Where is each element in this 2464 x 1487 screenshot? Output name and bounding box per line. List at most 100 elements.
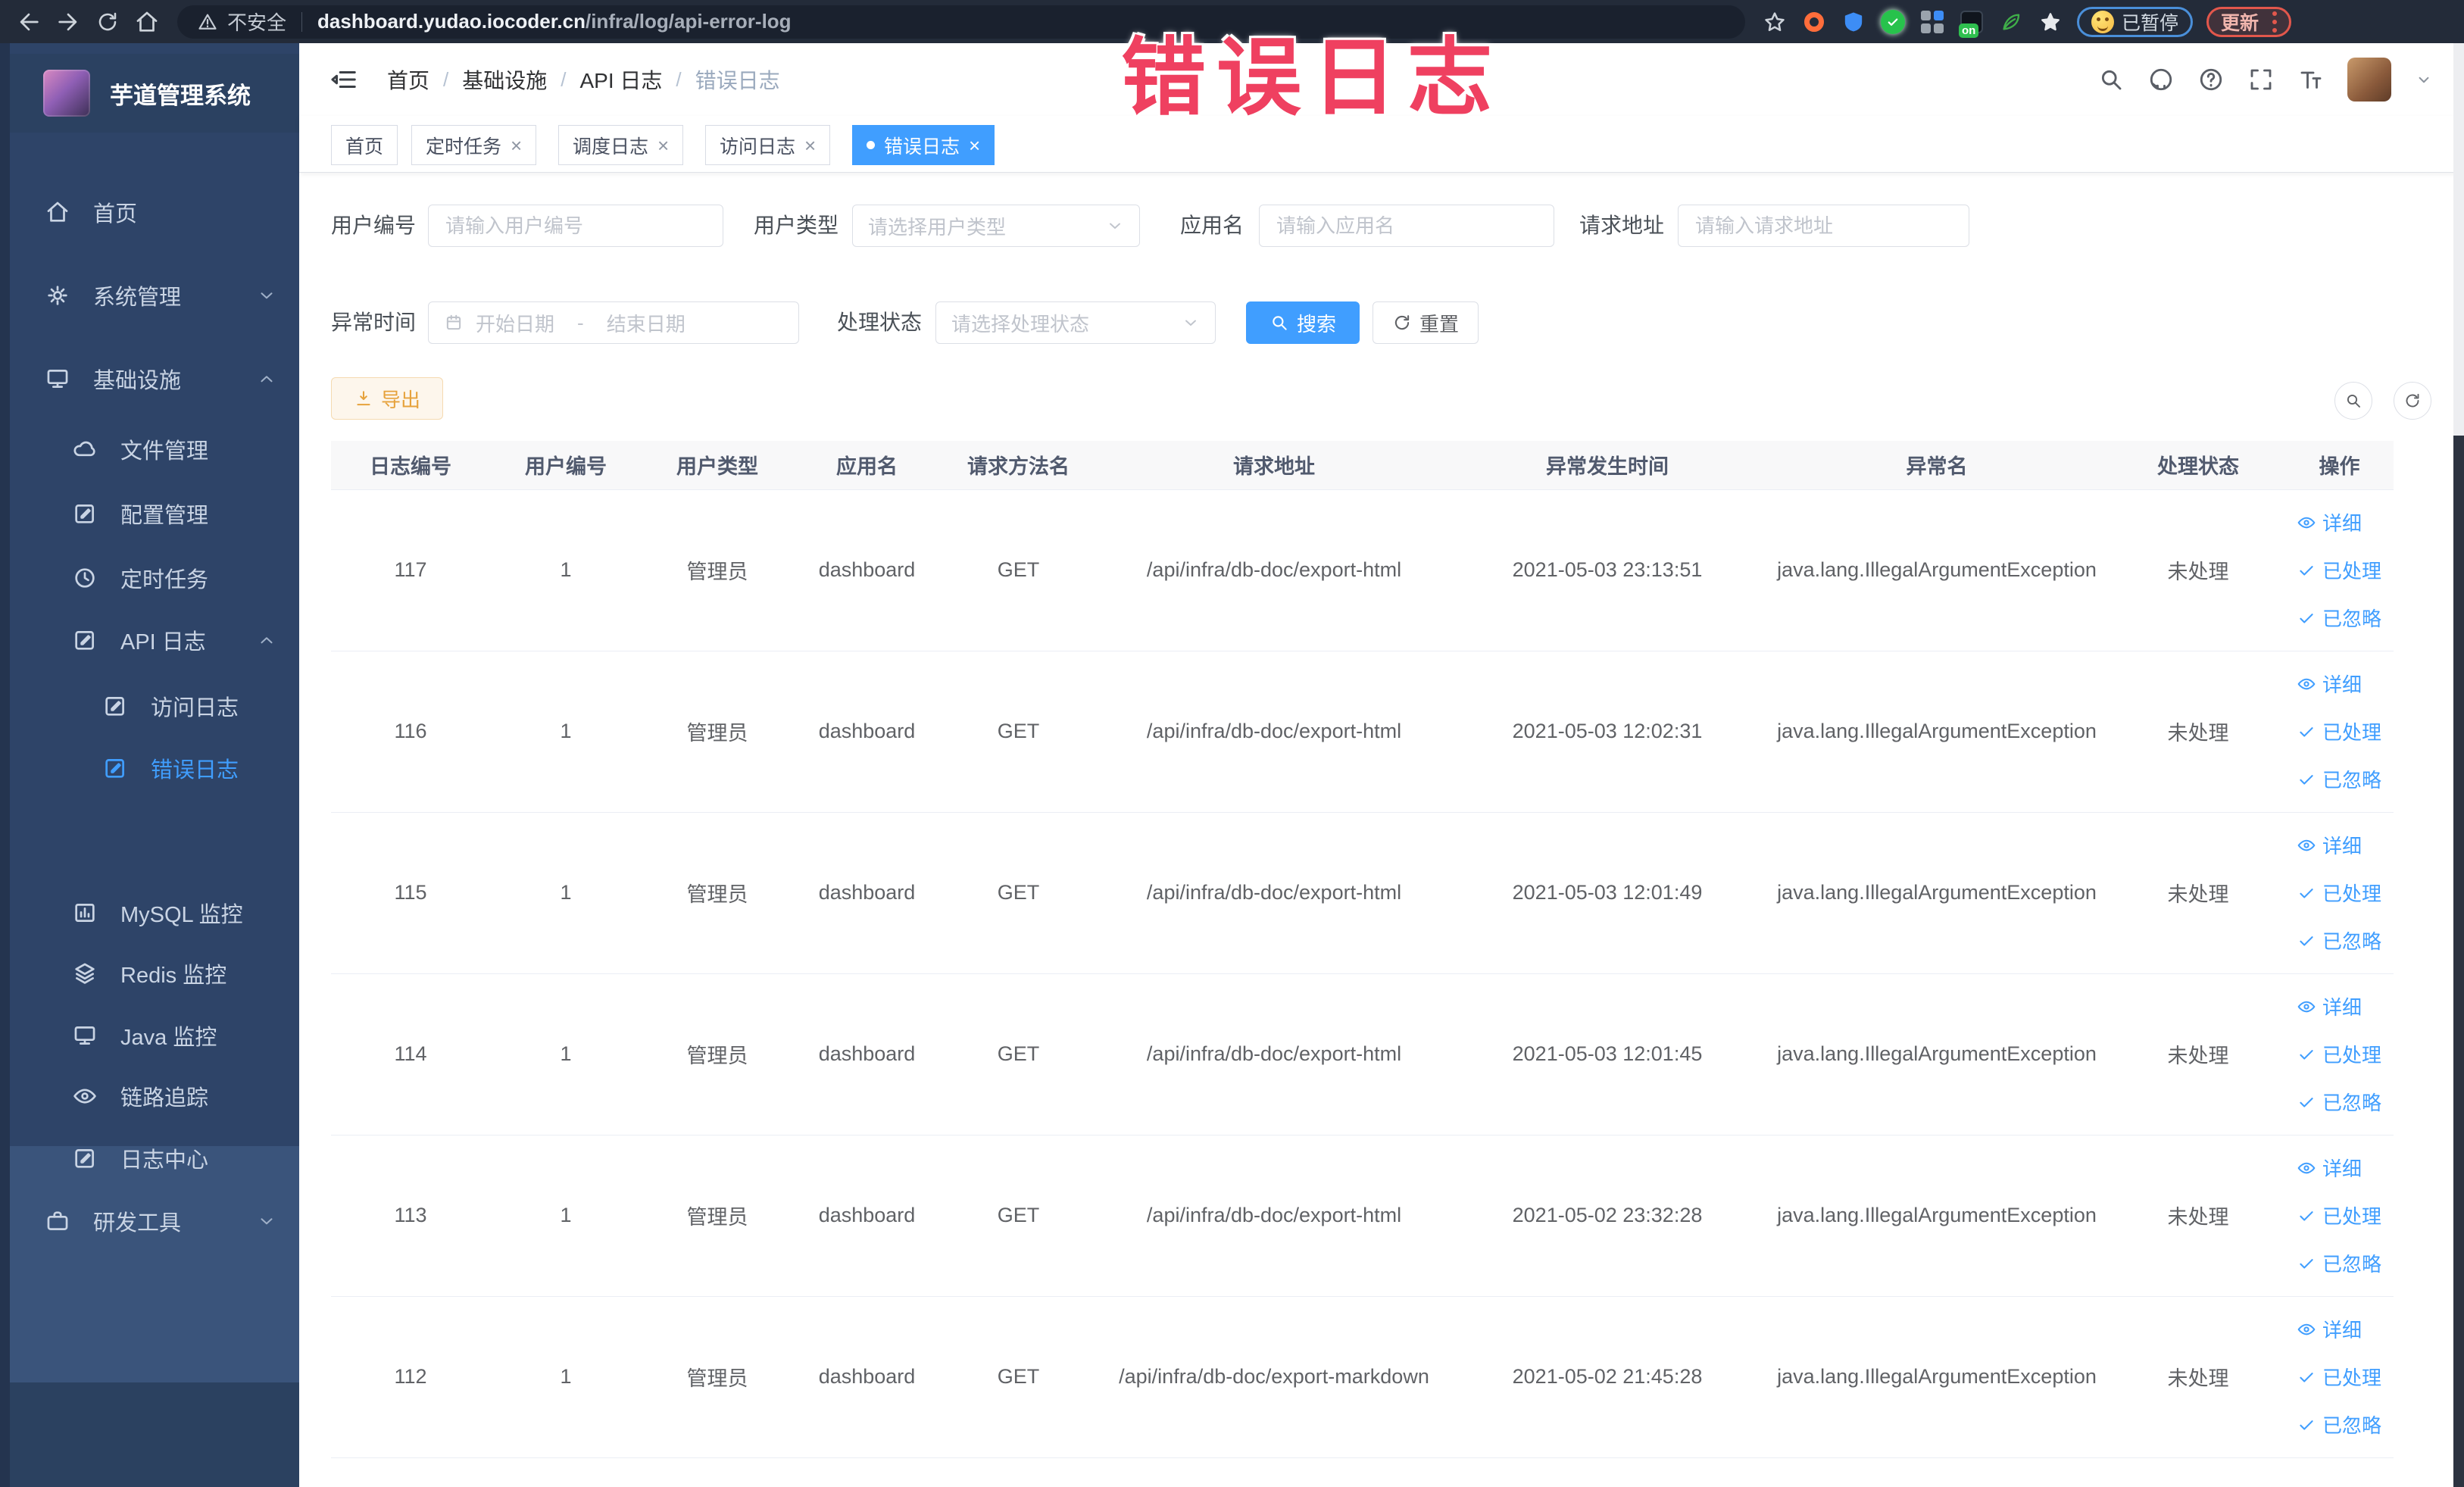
mark-processed-link[interactable]: 已处理	[2297, 1040, 2381, 1068]
browser-back-button[interactable]	[9, 5, 48, 39]
tab-schedule-log[interactable]: 调度日志 ×	[558, 125, 684, 165]
detail-link[interactable]: 详细	[2297, 508, 2362, 536]
extension-on-badge-icon[interactable]: on	[1959, 9, 1985, 38]
tab-home[interactable]: 首页	[331, 125, 398, 165]
history-icon	[72, 565, 98, 591]
sidebar-item-file-manage[interactable]: 文件管理	[10, 415, 299, 483]
col-actions: 操作	[2285, 441, 2394, 490]
table-row: 117 1 管理员 dashboard GET /api/infra/db-do…	[331, 489, 2394, 651]
extension-leaf-icon[interactable]	[1998, 9, 2024, 35]
github-icon[interactable]	[2147, 66, 2175, 93]
extension-shield-icon[interactable]	[1841, 9, 1866, 35]
extension-grid-icon[interactable]	[1919, 9, 1945, 35]
bookmark-star-icon[interactable]	[1762, 9, 1788, 35]
breadcrumb-home[interactable]: 首页	[387, 64, 429, 95]
sidebar-item-error-log[interactable]: 错误日志	[10, 734, 299, 802]
sidebar-item-infra[interactable]: 基础设施	[10, 345, 299, 413]
refresh-table-button[interactable]	[2394, 382, 2431, 420]
breadcrumb-api-log[interactable]: API 日志	[547, 64, 663, 95]
user-id-input[interactable]	[444, 213, 707, 239]
sidebar-item-system[interactable]: 系统管理	[10, 261, 299, 330]
check-icon	[2297, 770, 2316, 789]
font-size-icon[interactable]	[2297, 66, 2325, 93]
browser-menu-icon[interactable]	[2272, 11, 2278, 33]
mark-ignored-link[interactable]: 已忽略	[2297, 926, 2381, 954]
breadcrumb-infra[interactable]: 基础设施	[429, 64, 547, 95]
mark-processed-link[interactable]: 已处理	[2297, 1201, 2381, 1229]
browser-update-button[interactable]: 更新	[2206, 6, 2292, 37]
sidebar-item-mysql-monitor[interactable]: MySQL 监控	[10, 879, 299, 947]
user-id-field[interactable]	[428, 205, 723, 247]
request-url-input[interactable]	[1694, 213, 1953, 239]
sidebar-item-home[interactable]: 首页	[10, 178, 299, 246]
mark-processed-link[interactable]: 已处理	[2297, 1363, 2381, 1391]
close-icon[interactable]: ×	[804, 136, 816, 155]
app-name-field[interactable]	[1259, 205, 1554, 247]
detail-link[interactable]: 详细	[2297, 1315, 2362, 1343]
sidebar-item-redis-monitor[interactable]: Redis 监控	[10, 939, 299, 1007]
tab-access-log[interactable]: 访问日志 ×	[705, 125, 831, 165]
mark-ignored-link[interactable]: 已忽略	[2297, 1249, 2381, 1277]
page-scrollbar-thumb[interactable]	[2453, 436, 2464, 1487]
detail-link[interactable]: 详细	[2297, 992, 2362, 1020]
search-icon[interactable]	[2097, 66, 2125, 93]
user-type-select[interactable]: 请选择用户类型	[852, 205, 1140, 247]
mark-processed-link[interactable]: 已处理	[2297, 556, 2381, 584]
mark-processed-link[interactable]: 已处理	[2297, 879, 2381, 907]
cell-user-type: 管理员	[642, 1135, 793, 1297]
tab-scheduled-task[interactable]: 定时任务 ×	[411, 125, 537, 165]
avatar[interactable]	[2347, 58, 2391, 102]
detail-link[interactable]: 详细	[2297, 670, 2362, 698]
url-path: /infra/log/api-error-log	[585, 10, 792, 33]
close-icon[interactable]: ×	[969, 136, 980, 155]
help-icon[interactable]	[2197, 66, 2225, 93]
app-name-input[interactable]	[1275, 213, 1538, 239]
detail-link[interactable]: 详细	[2297, 1154, 2362, 1182]
mark-ignored-link[interactable]: 已忽略	[2297, 604, 2381, 632]
sidebar-item-access-log[interactable]: 访问日志	[10, 672, 299, 740]
close-icon[interactable]: ×	[657, 136, 669, 155]
request-url-field[interactable]	[1678, 205, 1969, 247]
mark-ignored-link[interactable]: 已忽略	[2297, 1088, 2381, 1116]
hamburger-icon[interactable]	[329, 65, 358, 94]
search-button[interactable]: 搜索	[1246, 301, 1360, 344]
extension-puzzle-icon[interactable]	[2038, 9, 2063, 35]
date-range-picker[interactable]: 开始日期 - 结束日期	[428, 301, 799, 344]
export-button[interactable]: 导出	[331, 377, 443, 420]
cell-user-id: 1	[490, 1135, 642, 1297]
sidebar-item-api-log[interactable]: API 日志	[10, 606, 299, 674]
mark-processed-link[interactable]: 已处理	[2297, 717, 2381, 745]
tab-error-log[interactable]: 错误日志 ×	[852, 125, 995, 165]
cell-status: 未处理	[2111, 651, 2285, 813]
extension-orange-ring-icon[interactable]	[1801, 9, 1827, 35]
detail-link[interactable]: 详细	[2297, 831, 2362, 859]
check-icon	[2297, 883, 2316, 903]
sidebar-item-dev-tools[interactable]: 研发工具	[10, 1187, 299, 1255]
process-status-select[interactable]: 请选择处理状态	[935, 301, 1216, 344]
fullscreen-icon[interactable]	[2247, 66, 2275, 93]
mark-ignored-link[interactable]: 已忽略	[2297, 765, 2381, 793]
cell-method: GET	[941, 1135, 1096, 1297]
browser-reload-button[interactable]	[88, 5, 127, 39]
sidebar-item-log-center[interactable]: 日志中心	[10, 1124, 299, 1192]
edit-icon	[72, 501, 98, 526]
col-time: 异常发生时间	[1452, 441, 1763, 490]
extension-green-check-icon[interactable]	[1880, 9, 1906, 35]
reset-button[interactable]: 重置	[1373, 301, 1479, 344]
col-app-name: 应用名	[793, 441, 941, 490]
sidebar-item-trace[interactable]: 链路追踪	[10, 1062, 299, 1130]
browser-home-button[interactable]	[127, 5, 167, 39]
browser-forward-button[interactable]	[48, 5, 88, 39]
close-icon[interactable]: ×	[511, 136, 522, 155]
check-icon	[2297, 1206, 2316, 1226]
mark-ignored-link[interactable]: 已忽略	[2297, 1410, 2381, 1439]
cell-actions: 详细 已处理 已忽略	[2285, 651, 2394, 813]
caret-down-icon[interactable]	[2414, 70, 2434, 89]
address-bar[interactable]: 不安全 dashboard.yudao.iocoder.cn/infra/log…	[177, 5, 1745, 39]
extension-paused-pill[interactable]: 已暂停	[2077, 6, 2194, 37]
toggle-search-button[interactable]	[2334, 382, 2372, 420]
sidebar-item-java-monitor[interactable]: Java 监控	[10, 1001, 299, 1070]
table-row: 115 1 管理员 dashboard GET /api/infra/db-do…	[331, 812, 2394, 974]
sidebar-item-scheduled-task[interactable]: 定时任务	[10, 544, 299, 612]
sidebar-item-config-manage[interactable]: 配置管理	[10, 480, 299, 548]
